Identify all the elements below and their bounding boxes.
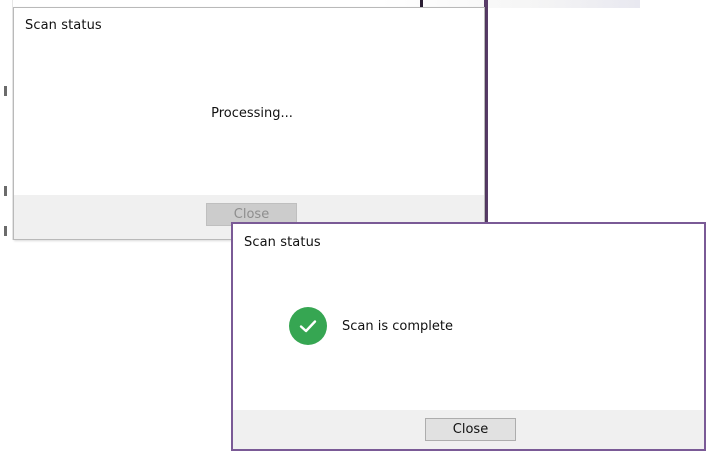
scan-status-dialog-processing: Scan status Processing... Close [13,7,485,240]
background-area [488,8,709,222]
background-glyph [4,86,7,96]
desktop: Scan status Processing... Close Scan sta… [0,0,709,451]
background-glyph [4,226,7,236]
close-button[interactable]: Close [425,418,516,441]
check-circle-icon [289,307,327,345]
background-area [12,240,230,451]
dialog-title: Scan status [25,18,102,33]
scan-status-dialog-complete: Scan status Scan is complete Close [231,222,706,451]
background-glyph [4,186,7,196]
checkmark-icon [299,320,317,333]
complete-message: Scan is complete [342,318,453,334]
dialog-title: Scan status [244,235,321,250]
dialog-footer: Close [233,410,704,449]
background-window-left [0,0,13,240]
processing-message: Processing... [211,106,293,121]
completion-status: Scan is complete [289,306,453,346]
